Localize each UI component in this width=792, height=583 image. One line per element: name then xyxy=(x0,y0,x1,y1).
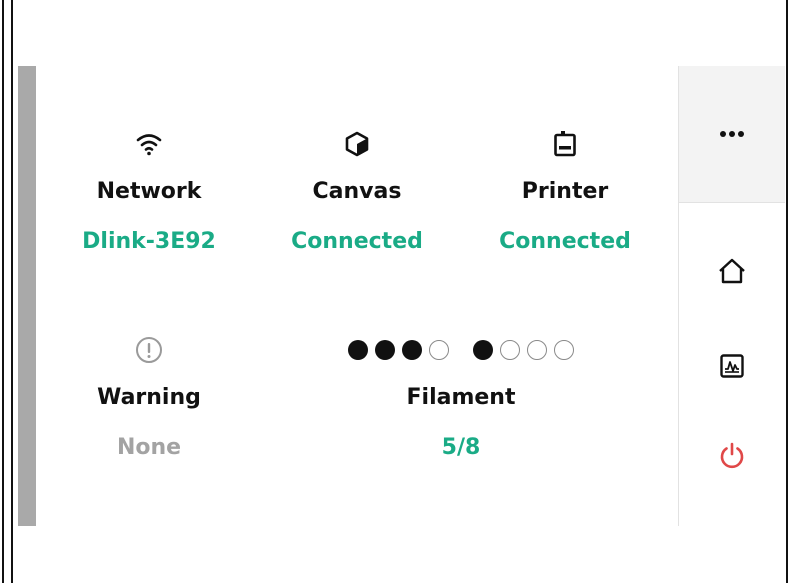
canvas-tile[interactable]: Canvas Connected xyxy=(267,128,447,256)
network-tile[interactable]: Network Dlink-3E92 xyxy=(59,128,239,256)
warning-value: None xyxy=(116,435,182,460)
filament-dot xyxy=(375,340,395,360)
filament-label: Filament xyxy=(406,385,516,410)
network-value: Dlink-3E92 xyxy=(82,229,216,254)
filament-dot xyxy=(554,340,574,360)
filament-dot xyxy=(473,340,493,360)
power-icon xyxy=(720,442,744,469)
network-label: Network xyxy=(96,179,202,204)
filament-dot xyxy=(500,340,520,360)
filament-dot xyxy=(527,340,547,360)
canvas-cube-icon xyxy=(267,128,447,160)
home-button[interactable] xyxy=(717,256,747,286)
frame-border-right xyxy=(786,0,788,583)
more-button[interactable] xyxy=(679,66,785,203)
home-icon xyxy=(719,258,745,284)
canvas-label: Canvas xyxy=(312,179,402,204)
filament-dot xyxy=(429,340,449,360)
filament-tile[interactable]: Filament 5/8 xyxy=(331,334,591,462)
warning-tile[interactable]: Warning None xyxy=(59,334,239,462)
power-button[interactable] xyxy=(717,440,747,470)
side-panel xyxy=(678,66,785,526)
canvas-value: Connected xyxy=(291,229,423,254)
filament-level-indicator xyxy=(331,334,591,366)
warning-label: Warning xyxy=(97,385,201,410)
printer-label: Printer xyxy=(521,179,609,204)
filament-dot xyxy=(402,340,422,360)
filament-dot xyxy=(348,340,368,360)
left-status-bar xyxy=(18,66,36,526)
more-dots-icon xyxy=(720,131,744,137)
printer-tile[interactable]: Printer Connected xyxy=(475,128,655,256)
frame-border-left-inner xyxy=(11,0,13,583)
frame-border-left-outer xyxy=(2,0,4,583)
filament-value: 5/8 xyxy=(441,435,481,460)
activity-button[interactable] xyxy=(717,351,747,381)
activity-chart-icon xyxy=(720,354,744,378)
printer-icon xyxy=(475,128,655,160)
wifi-icon xyxy=(59,128,239,160)
printer-value: Connected xyxy=(499,229,631,254)
warning-circle-icon xyxy=(59,334,239,366)
